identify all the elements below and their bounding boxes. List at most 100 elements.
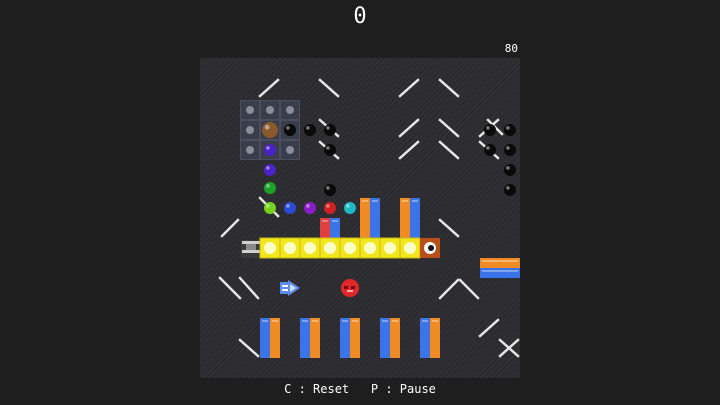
black-ball-shine: [506, 126, 510, 130]
orange-block-highlight: [432, 320, 438, 322]
black-ball-shine: [506, 166, 510, 170]
black-ball: [324, 184, 336, 196]
black-ball: [324, 144, 336, 156]
orange-block: [360, 198, 370, 238]
ball-emitter-icon: [420, 238, 440, 258]
dispenser-socket: [246, 106, 254, 114]
violet-ball: [304, 202, 316, 214]
black-ball-shine: [486, 146, 490, 150]
orange-block: [430, 318, 440, 358]
blue-block: [380, 318, 390, 358]
blue-block-highlight: [332, 220, 338, 222]
red-ball: [324, 202, 336, 214]
orange-block-highlight: [352, 320, 358, 322]
black-ball-shine: [486, 126, 490, 130]
blue-block-highlight: [382, 320, 388, 322]
blue-block-highlight: [372, 200, 378, 202]
orange-block: [400, 198, 410, 238]
orange-block-highlight: [272, 320, 278, 322]
black-ball: [484, 144, 496, 156]
orange-block: [480, 258, 520, 268]
green-ball-shine: [266, 184, 270, 188]
deflector-line: [478, 318, 500, 338]
deflector-line: [258, 78, 280, 98]
black-ball-shine: [326, 126, 330, 130]
game-board[interactable]: [200, 58, 520, 378]
green-ball: [264, 182, 276, 194]
conveyor-light: [304, 242, 316, 254]
violet-ball-shine: [306, 204, 310, 208]
blue-block-highlight: [412, 200, 418, 202]
red-bomb-icon: [341, 279, 359, 297]
reset-label: Reset: [313, 382, 350, 396]
deflector-line: [318, 78, 340, 98]
cyan-ball-shine: [346, 204, 350, 208]
black-ball: [284, 124, 296, 136]
deflector-line: [238, 276, 260, 300]
black-ball: [504, 164, 516, 176]
blue-block-highlight: [482, 270, 518, 272]
deflector-line: [220, 218, 240, 238]
conveyor-light: [364, 242, 376, 254]
deflector-line: [438, 78, 460, 98]
deflector-line: [438, 140, 460, 160]
deflector-line: [458, 278, 480, 300]
brown-ball-shine: [264, 124, 270, 130]
pusher-icon: [241, 240, 261, 258]
purple-ball: [264, 164, 276, 176]
blue-block-highlight: [262, 320, 268, 322]
black-ball: [324, 124, 336, 136]
blue-block: [300, 318, 310, 358]
purple-ball: [264, 144, 276, 156]
blue-block: [340, 318, 350, 358]
deflector-line: [398, 78, 420, 98]
deflector-line: [438, 278, 460, 300]
orange-block: [350, 318, 360, 358]
orange-block-highlight: [362, 200, 368, 202]
deflector-line: [438, 118, 460, 138]
deflector-line: [238, 338, 260, 358]
black-ball-shine: [286, 126, 290, 130]
dispenser-socket: [246, 146, 254, 154]
blue-block: [410, 198, 420, 238]
blue-block-highlight: [302, 320, 308, 322]
black-ball-shine: [506, 146, 510, 150]
lime-ball: [264, 202, 276, 214]
brown-ball: [262, 122, 278, 138]
blue-block: [260, 318, 270, 358]
blue-block: [420, 318, 430, 358]
orange-block-highlight: [482, 260, 518, 262]
blue-arrow-icon: [280, 280, 300, 296]
black-ball: [504, 184, 516, 196]
deflector-line: [218, 276, 242, 300]
controls-hint: C : Reset P : Pause: [0, 382, 720, 396]
orange-block-highlight: [402, 200, 408, 202]
conveyor-light: [344, 242, 356, 254]
blue-ball: [284, 202, 296, 214]
orange-block: [310, 318, 320, 358]
timer-display: 80: [504, 42, 518, 55]
conveyor-light: [404, 242, 416, 254]
blue-block-highlight: [342, 320, 348, 322]
orange-block-highlight: [312, 320, 318, 322]
dispenser-socket: [286, 106, 294, 114]
black-ball: [484, 124, 496, 136]
black-ball-shine: [326, 186, 330, 190]
deflector-line: [398, 140, 420, 160]
black-ball-shine: [326, 146, 330, 150]
dispenser-socket: [246, 126, 254, 134]
black-ball: [504, 144, 516, 156]
conveyor-light: [324, 242, 336, 254]
blue-ball-shine: [286, 204, 290, 208]
pause-label: Pause: [399, 382, 436, 396]
blue-block-highlight: [422, 320, 428, 322]
purple-ball-shine: [266, 166, 270, 170]
black-ball-shine: [506, 186, 510, 190]
dispenser-socket: [266, 106, 274, 114]
reset-sep: :: [298, 382, 306, 396]
orange-block: [390, 318, 400, 358]
balls: [262, 122, 516, 214]
pause-sep: :: [385, 382, 393, 396]
orange-block-highlight: [392, 320, 398, 322]
lime-ball-shine: [266, 204, 270, 208]
